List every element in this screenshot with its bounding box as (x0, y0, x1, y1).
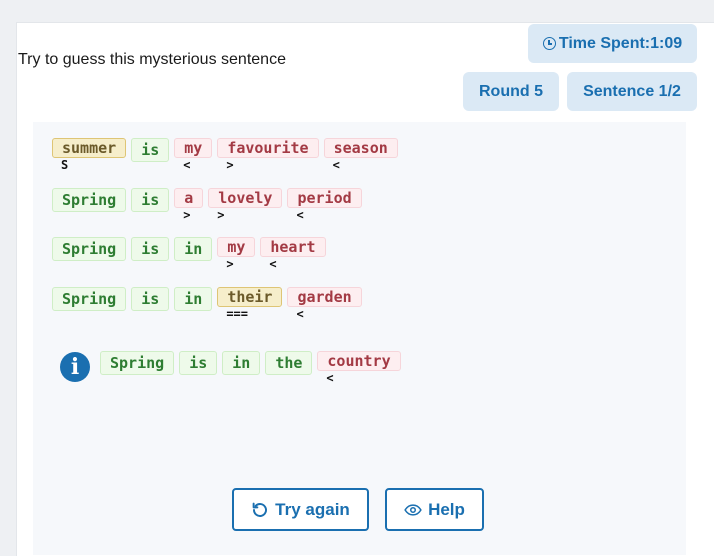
word-tile: in (174, 237, 213, 261)
word-slot: season < (323, 138, 398, 172)
word-slot: heart < (260, 237, 326, 271)
word-hint: > (226, 257, 234, 271)
prompt-text: Try to guess this mysterious sentence (18, 51, 286, 68)
word-tile: summer (52, 138, 127, 158)
word-hint (131, 212, 140, 222)
word-tile: heart (260, 237, 326, 257)
word-hint: < (326, 371, 334, 385)
word-tile: is (131, 188, 170, 212)
word-slot: in (174, 287, 213, 321)
word-slot: favourite > (217, 138, 319, 172)
word-tile: in (222, 351, 261, 375)
word-hint: < (269, 257, 277, 271)
word-slot: Spring (52, 188, 127, 222)
word-slot: is (131, 237, 170, 271)
word-tile: country (317, 351, 401, 371)
word-tile: their (217, 287, 283, 307)
word-slot: in (222, 351, 261, 385)
try-again-button[interactable]: Try again (232, 488, 369, 531)
time-spent-label: Time Spent:1:09 (558, 34, 683, 52)
rotate-left-icon (252, 502, 268, 517)
word-slot: garden < (287, 287, 362, 321)
guess-row: Spring is a > lovely > period < (52, 188, 362, 222)
time-spent-badge: Time Spent:1:09 (528, 24, 697, 63)
word-hint (174, 261, 183, 271)
word-tile: season (323, 138, 398, 158)
clock-icon (542, 37, 556, 50)
word-hint (52, 311, 61, 321)
word-tile: is (179, 351, 218, 375)
word-slot: Spring (52, 287, 127, 321)
info-icon[interactable]: i (60, 352, 90, 382)
word-tile: Spring (52, 237, 127, 261)
sentence-badge: Sentence 1/2 (567, 72, 697, 111)
word-slot: the (265, 351, 313, 385)
word-hint: > (183, 208, 191, 222)
word-tile: the (265, 351, 313, 375)
word-hint (131, 311, 140, 321)
word-slot: in (174, 237, 213, 271)
word-tile: period (287, 188, 362, 208)
word-hint (265, 375, 274, 385)
word-slot: is (179, 351, 218, 385)
word-slot: is (131, 138, 170, 172)
guess-row: Spring is in my > heart < (52, 237, 326, 271)
help-label: Help (428, 499, 465, 519)
word-tile: Spring (100, 351, 175, 375)
word-hint: < (183, 158, 191, 172)
word-hint (222, 375, 231, 385)
word-tile: is (131, 138, 170, 162)
word-slot: my > (217, 237, 256, 271)
word-tile: my (217, 237, 256, 257)
word-tile: garden (287, 287, 362, 307)
word-slot: country < (317, 351, 401, 385)
help-button[interactable]: Help (385, 488, 484, 531)
word-hint (131, 261, 140, 271)
word-hint: S (61, 158, 69, 172)
word-slot: is (131, 188, 170, 222)
round-badge: Round 5 (463, 72, 559, 111)
word-hint (52, 212, 61, 222)
word-slot: is (131, 287, 170, 321)
word-slot: my < (174, 138, 213, 172)
eye-icon (404, 503, 422, 516)
word-slot: Spring (52, 237, 127, 271)
word-tile: a (174, 188, 204, 208)
word-tile: is (131, 287, 170, 311)
word-slot: period < (287, 188, 362, 222)
word-slot: summer S (52, 138, 127, 172)
word-hint: > (226, 158, 234, 172)
word-hint (174, 311, 183, 321)
word-hint (52, 261, 61, 271)
word-tile: favourite (217, 138, 319, 158)
word-slot: Spring (100, 351, 175, 385)
word-hint (131, 162, 140, 172)
word-tile: Spring (52, 188, 127, 212)
word-tile: in (174, 287, 213, 311)
word-hint: > (217, 208, 225, 222)
word-tile: Spring (52, 287, 127, 311)
guess-row: Spring is in their === garden < (52, 287, 362, 321)
word-hint: < (332, 158, 340, 172)
word-hint (100, 375, 109, 385)
word-slot: their === (217, 287, 283, 321)
word-tile: lovely (208, 188, 283, 208)
word-hint (179, 375, 188, 385)
try-again-label: Try again (275, 499, 350, 519)
word-slot: a > (174, 188, 204, 222)
word-tile: is (131, 237, 170, 261)
word-hint: === (226, 307, 248, 321)
word-hint: < (296, 307, 304, 321)
guess-row: Spring is in the country < (100, 351, 401, 385)
word-hint: < (296, 208, 304, 222)
word-tile: my (174, 138, 213, 158)
guess-row: summer Sis my < favourite > season < (52, 138, 398, 172)
word-slot: lovely > (208, 188, 283, 222)
